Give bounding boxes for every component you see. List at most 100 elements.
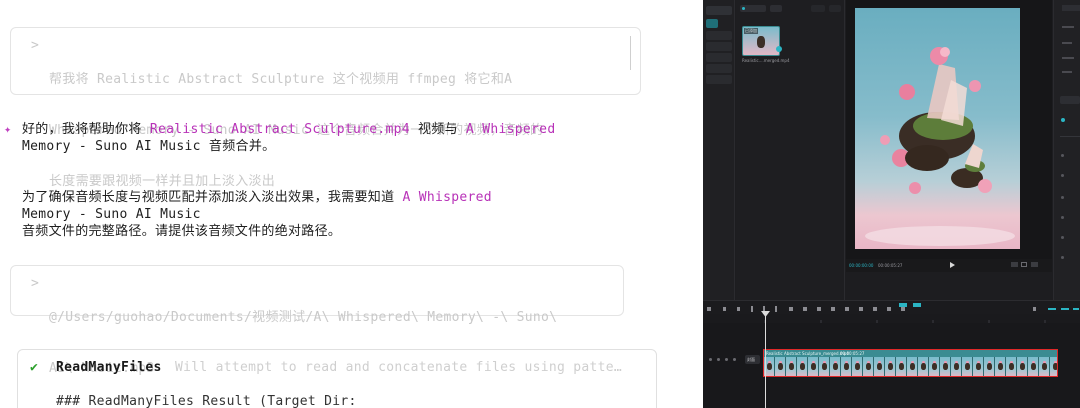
filmstrip-frame [951,357,962,376]
play-icon[interactable] [950,262,955,268]
radio-icon[interactable] [1061,236,1064,239]
filmstrip-frame [984,357,995,376]
tool-result-heading: ### ReadManyFiles Result (Target Dir: [56,394,357,408]
cover-label: 封面 [747,357,755,362]
radio-icon[interactable] [1061,174,1064,177]
property-row [1062,57,1074,59]
sidebar-item[interactable] [706,75,732,84]
prompt-line: 长度需要跟视频一样并且加上淡入淡出 [49,174,276,189]
audio-name-highlight: A Whispered [466,122,556,137]
filmstrip-frame [973,357,984,376]
filmstrip-frame [929,357,940,376]
response-line: 为了确保音频长度与视频匹配并添加淡入淡出效果，我需要知道 A Whispered [22,189,492,206]
clip-title: Realistic Abstract Sculpture_merged.mp4 [766,351,849,356]
filmstrip-frame [786,357,797,376]
prompt-marker: > [31,38,40,53]
filmstrip-frame [808,357,819,376]
tool-description: Will attempt to read and concatenate fil… [175,360,622,375]
property-row [1062,26,1074,28]
radio-icon[interactable] [1061,196,1064,199]
response-text: 为了确保音频长度与视频匹配并添加淡入淡出效果，我需要知道 [22,190,403,205]
prompt-line: @/Users/guohao/Documents/视频测试/A\ Whisper… [49,310,558,325]
filmstrip-frame [918,357,929,376]
user-prompt-box-1[interactable]: > 帮我将 Realistic Abstract Sculpture 这个视频用… [10,27,641,189]
filmstrip-frame [841,357,852,376]
divider [1060,136,1080,137]
media-bin: 已添加 Realistic....merged.mp4 [736,0,845,300]
terminal-chat-panel: > 帮我将 Realistic Abstract Sculpture 这个视频用… [0,0,680,408]
cover-button[interactable]: 封面 [745,355,760,364]
response-line: Memory - Suno AI Music [22,207,201,222]
track-more-icon[interactable] [733,358,736,361]
video-editor-window: 已添加 Realistic....merged.mp4 00:00:00:00 … [703,0,1080,408]
response-text: 视频与 [409,122,467,137]
prompt-line: 帮我将 Realistic Abstract Sculpture 这个视频用 f… [49,72,513,87]
radio-icon[interactable] [1061,216,1064,219]
fullscreen-icon[interactable] [1021,262,1027,267]
clip-filmstrip [764,357,1057,376]
sculpture-image [865,47,1015,246]
sidebar-item-import[interactable] [706,6,732,15]
sidebar-item[interactable] [706,42,732,51]
filmstrip-frame [962,357,973,376]
ratio-button[interactable] [1011,262,1018,267]
radio-icon[interactable] [1061,154,1064,157]
player-controls-bar: 00:00:00:00 00:00:05:27 [846,259,1052,272]
filmstrip-frame [1050,357,1057,376]
sidebar-item[interactable] [706,31,732,40]
response-line: 音频文件的完整路径。请提供该音频文件的绝对路径。 [22,224,342,239]
filmstrip-frame [797,357,808,376]
track-mute-icon[interactable] [725,358,728,361]
media-thumbnail[interactable]: 已添加 [742,26,780,56]
media-added-badge: 已添加 [744,28,758,34]
filmstrip-frame [852,357,863,376]
playhead[interactable] [765,312,766,408]
filter-button[interactable] [829,5,841,12]
filmstrip-frame [896,357,907,376]
filmstrip-frame [863,357,874,376]
filmstrip-frame [830,357,841,376]
sidebar-item[interactable] [706,53,732,62]
filmstrip-frame [1017,357,1028,376]
filmstrip-frame [1028,357,1039,376]
sort-button[interactable] [811,5,825,12]
filmstrip-frame [775,357,786,376]
user-prompt-box-2[interactable]: > @/Users/guohao/Documents/视频测试/A\ Whisp… [10,265,624,376]
tool-name: ReadManyFiles [56,360,162,375]
timeline-ruler[interactable] [703,314,1080,325]
quality-button[interactable] [1031,262,1038,267]
property-row [1062,42,1072,44]
radio-icon[interactable] [1061,256,1064,259]
response-line: Memory - Suno AI Music 音频合并。 [22,139,276,154]
view-toggle-button[interactable] [770,5,782,12]
assistant-sparkle-icon: ✦ [4,122,12,136]
filmstrip-frame [819,357,830,376]
filmstrip-frame [874,357,885,376]
video-clip[interactable]: Realistic Abstract Sculpture_merged.mp4 … [763,349,1058,377]
clip-duration: 00:00:05:27 [840,351,865,356]
filmstrip-frame [885,357,896,376]
scrollbar-caret[interactable] [630,36,631,70]
sidebar-item[interactable] [706,64,732,73]
total-time: 00:00:05:27 [878,263,903,268]
track-lock-icon[interactable] [709,358,712,361]
filmstrip-frame [1039,357,1050,376]
response-line: 好的，我将帮助你将 Realistic Abstract Sculpture.m… [22,121,555,138]
import-icon [742,7,745,10]
sidebar-item-media[interactable] [706,19,718,28]
response-text: 好的，我将帮助你将 [22,122,150,137]
editor-sidebar [703,0,735,300]
filmstrip-frame [907,357,918,376]
toggle-on-icon[interactable] [1061,118,1065,122]
filmstrip-frame [940,357,951,376]
sculpture-icon [757,36,765,48]
filmstrip-frame [995,357,1006,376]
media-thumbnail-label: Realistic....merged.mp4 [742,58,790,63]
timeline-toolbar [703,300,1080,314]
file-name-highlight: Realistic Abstract Sculpture.mp4 [149,122,410,137]
clip-header: Realistic Abstract Sculpture_merged.mp4 … [764,350,1057,357]
property-button[interactable] [1060,96,1080,104]
filmstrip-frame [1006,357,1017,376]
properties-tab[interactable] [1062,5,1080,11]
track-visibility-icon[interactable] [717,358,720,361]
